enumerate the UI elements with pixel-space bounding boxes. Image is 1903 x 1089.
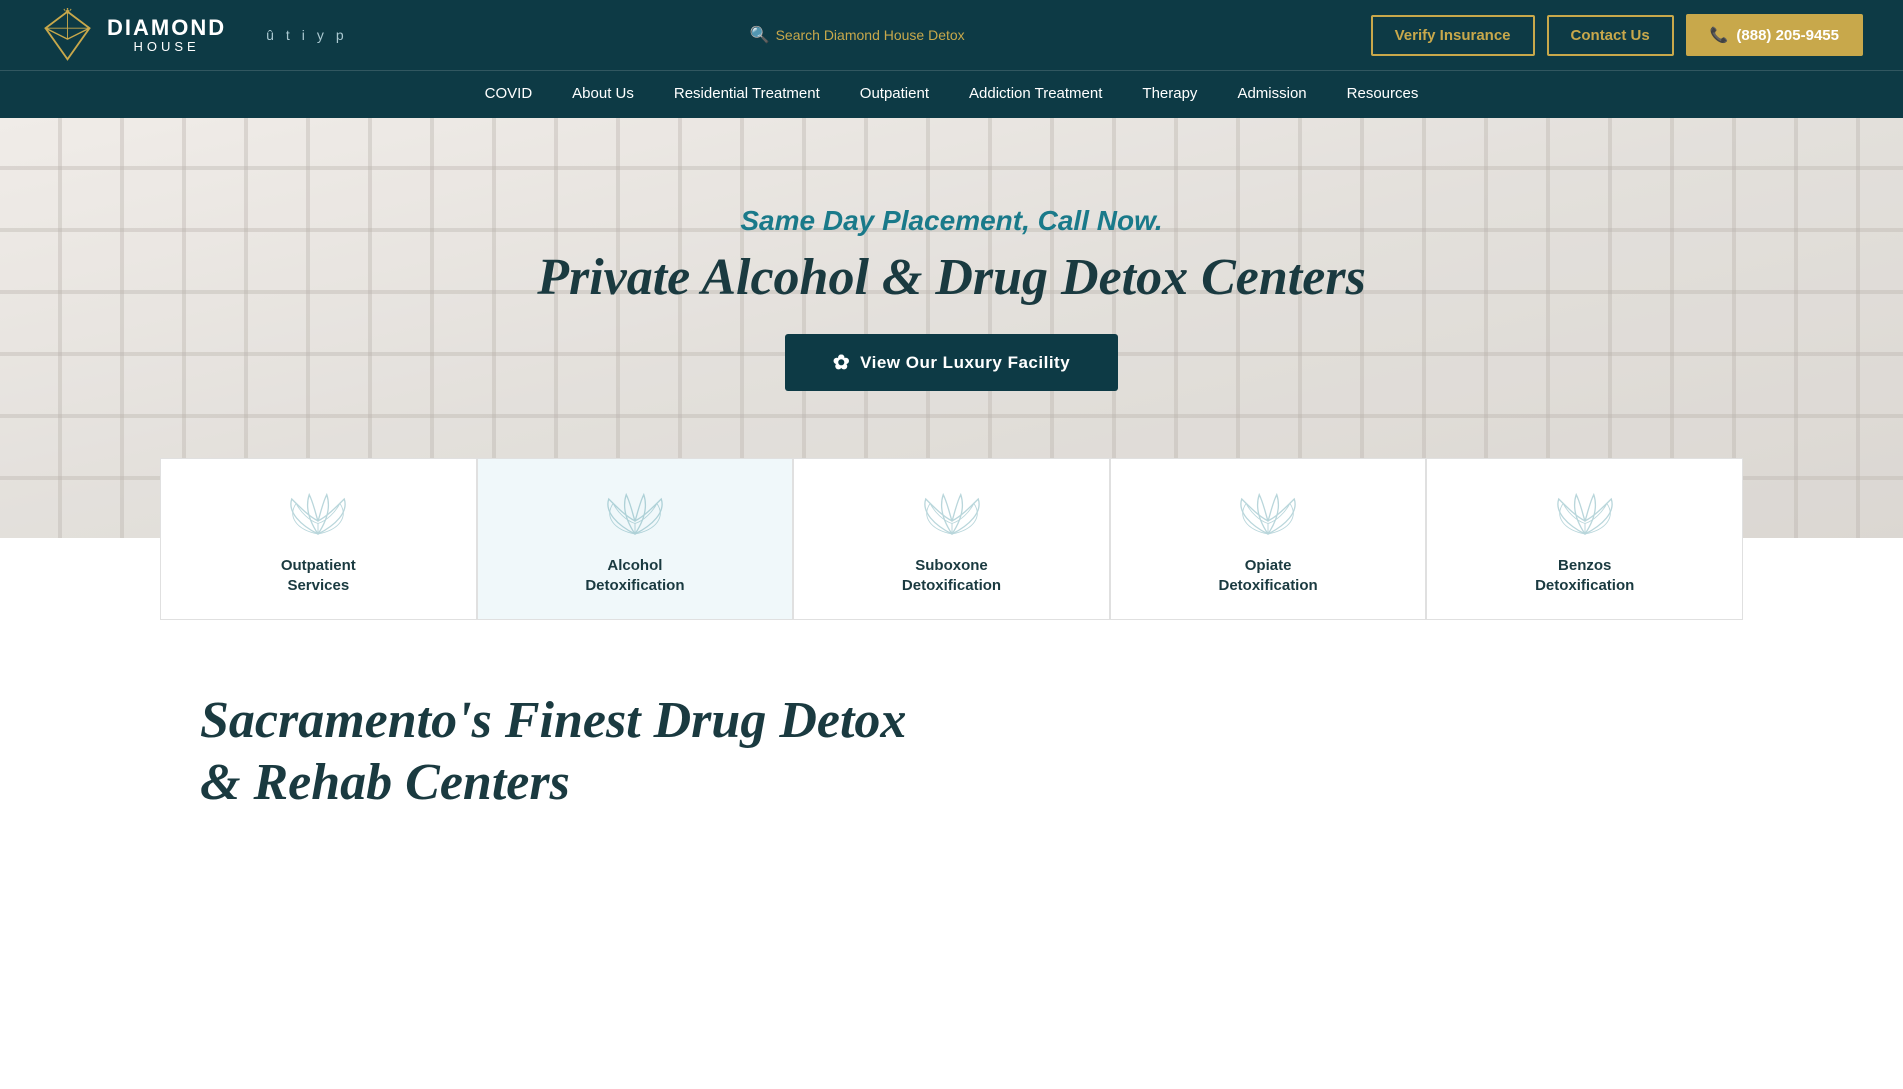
service-card-alcohol[interactable]: AlcoholDetoxification — [477, 458, 794, 620]
service-card-suboxone-label: SuboxoneDetoxification — [902, 556, 1001, 595]
top-bar-right: Verify Insurance Contact Us 📞 (888) 205-… — [1371, 14, 1863, 56]
instagram-icon[interactable]: i — [302, 27, 305, 43]
nav-resources[interactable]: Resources — [1347, 71, 1419, 119]
phone-icon: 📞 — [1710, 26, 1729, 44]
nav-admission[interactable]: Admission — [1237, 71, 1306, 119]
social-icons: û t i y p — [266, 27, 344, 43]
lotus-icon-alcohol — [600, 489, 670, 544]
section-title: Sacramento's Finest Drug Detox & Rehab C… — [200, 690, 1703, 815]
search-icon: 🔍 — [750, 25, 770, 45]
logo[interactable]: DIAMOND HOUSE — [40, 8, 226, 63]
top-bar-left: DIAMOND HOUSE û t i y p — [40, 8, 344, 63]
pinterest-icon[interactable]: p — [336, 27, 344, 43]
service-card-benzos-label: BenzosDetoxification — [1535, 556, 1634, 595]
section-title-line1: Sacramento's Finest Drug Detox — [200, 692, 906, 749]
lower-section: Sacramento's Finest Drug Detox & Rehab C… — [0, 620, 1903, 855]
view-facility-button[interactable]: ✿ View Our Luxury Facility — [785, 334, 1118, 391]
service-card-alcohol-label: AlcoholDetoxification — [585, 556, 684, 595]
nav-covid[interactable]: COVID — [485, 71, 533, 119]
search-area[interactable]: 🔍 Search Diamond House Detox — [750, 25, 965, 45]
sunflower-icon: ✿ — [833, 350, 850, 375]
nav-bar: COVID About Us Residential Treatment Out… — [0, 70, 1903, 118]
section-title-line2: & Rehab Centers — [200, 754, 570, 811]
service-card-outpatient-label: OutpatientServices — [281, 556, 356, 595]
logo-text: DIAMOND HOUSE — [107, 16, 226, 54]
service-card-opiate[interactable]: OpiateDetoxification — [1110, 458, 1427, 620]
verify-insurance-button[interactable]: Verify Insurance — [1371, 15, 1535, 56]
contact-us-button[interactable]: Contact Us — [1547, 15, 1674, 56]
lotus-icon-outpatient — [283, 489, 353, 544]
brand-name: DIAMOND — [107, 16, 226, 40]
search-link[interactable]: 🔍 Search Diamond House Detox — [750, 25, 965, 45]
service-cards: OutpatientServices AlcoholDetoxification… — [0, 458, 1903, 620]
phone-button[interactable]: 📞 (888) 205-9455 — [1686, 14, 1863, 56]
lotus-icon-opiate — [1233, 489, 1303, 544]
nav-addiction[interactable]: Addiction Treatment — [969, 71, 1102, 119]
diamond-logo-icon — [40, 8, 95, 63]
youtube-icon[interactable]: y — [317, 27, 324, 43]
lotus-icon-benzos — [1550, 489, 1620, 544]
facebook-icon[interactable]: û — [266, 27, 274, 43]
service-card-opiate-label: OpiateDetoxification — [1219, 556, 1318, 595]
top-bar: DIAMOND HOUSE û t i y p 🔍 Search Diamond… — [0, 0, 1903, 70]
hero-title: Private Alcohol & Drug Detox Centers — [537, 249, 1366, 306]
hero-tagline: Same Day Placement, Call Now. — [740, 205, 1162, 237]
twitter-icon[interactable]: t — [286, 27, 290, 43]
main-nav: COVID About Us Residential Treatment Out… — [485, 71, 1419, 119]
nav-about[interactable]: About Us — [572, 71, 634, 119]
nav-residential[interactable]: Residential Treatment — [674, 71, 820, 119]
service-card-benzos[interactable]: BenzosDetoxification — [1426, 458, 1743, 620]
nav-outpatient[interactable]: Outpatient — [860, 71, 929, 119]
lotus-icon-suboxone — [917, 489, 987, 544]
view-facility-label: View Our Luxury Facility — [860, 353, 1070, 373]
service-card-outpatient[interactable]: OutpatientServices — [160, 458, 477, 620]
brand-sub: HOUSE — [107, 40, 226, 54]
nav-therapy[interactable]: Therapy — [1142, 71, 1197, 119]
phone-number: (888) 205-9455 — [1736, 27, 1839, 44]
search-label: Search Diamond House Detox — [776, 27, 965, 43]
service-card-suboxone[interactable]: SuboxoneDetoxification — [793, 458, 1110, 620]
